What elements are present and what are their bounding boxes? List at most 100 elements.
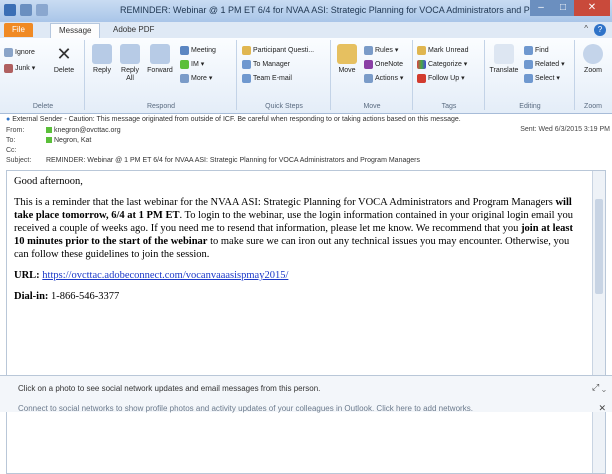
help-icon[interactable]: ? [594, 24, 606, 36]
delete-button[interactable]: ✕ Delete [48, 44, 80, 75]
cc-row: Cc: [6, 147, 17, 154]
group-label-quick-steps: Quick Steps [265, 103, 303, 110]
group-editing: Translate Find Related ▾ Select ▾ Editin… [486, 40, 575, 110]
move-button[interactable]: Move [334, 44, 360, 75]
tab-message[interactable]: Message [50, 23, 101, 38]
window-title: REMINDER: Webinar @ 1 PM ET 6/4 for NVAA… [120, 5, 550, 15]
actions-icon [364, 73, 373, 83]
group-respond: Reply Reply All Forward Meeting IM ▾ Mor… [86, 40, 237, 110]
related-icon [524, 59, 533, 69]
more-button[interactable]: More ▾ [180, 72, 212, 84]
reply-all-button[interactable]: Reply All [116, 44, 144, 83]
maximize-button[interactable]: □ [552, 0, 574, 16]
categorize-button[interactable]: Categorize ▾ [417, 58, 467, 70]
group-label-editing: Editing [519, 103, 541, 110]
participant-questions-icon [242, 45, 251, 55]
team-email-icon [242, 73, 251, 83]
group-move: Move Rules ▾ OneNote Actions ▾ Move [332, 40, 413, 110]
group-label-zoom: Zoom [584, 103, 602, 110]
group-label-respond: Respond [146, 103, 176, 110]
more-icon [180, 73, 189, 83]
group-label-tags: Tags [441, 103, 457, 110]
minimize-button[interactable]: – [530, 0, 552, 16]
group-label-move: Move [363, 103, 381, 110]
categorize-icon [417, 59, 426, 69]
info-icon: ● [6, 116, 11, 123]
junk-icon [4, 63, 13, 73]
reply-icon [92, 44, 112, 64]
related-button[interactable]: Related ▾ [524, 58, 565, 70]
group-delete: Ignore Junk ▾ ✕ Delete Delete [2, 40, 85, 110]
mark-unread-button[interactable]: Mark Unread [417, 44, 468, 56]
tab-file[interactable]: File [4, 23, 33, 37]
collapse-ribbon-icon[interactable]: ^ [584, 24, 588, 33]
body-text: Good afternoon, This is a reminder that … [14, 175, 579, 311]
message-headers: From: knegron@ovcttac.org Sent: Wed 6/3/2… [0, 126, 612, 168]
zoom-button[interactable]: Zoom [578, 44, 608, 75]
group-zoom: Zoom Zoom [576, 40, 610, 110]
quick-access-toolbar [4, 4, 48, 16]
scroll-thumb[interactable] [595, 199, 603, 294]
close-button[interactable]: ✕ [574, 0, 610, 16]
title-bar: REMINDER: Webinar @ 1 PM ET 6/4 for NVAA… [0, 0, 612, 23]
greeting: Good afternoon, [14, 176, 83, 187]
onenote-icon [364, 59, 373, 69]
dial-line: Dial-in: 1-866-546-3377 [14, 291, 120, 302]
save-icon[interactable] [4, 4, 16, 16]
window-controls: – □ ✕ [530, 0, 610, 16]
ignore-button[interactable]: Ignore [4, 46, 35, 58]
flag-icon [417, 73, 426, 83]
from-row: From: knegron@ovcttac.org [6, 127, 121, 134]
ribbon: Ignore Junk ▾ ✕ Delete Delete Reply Reply… [0, 38, 612, 114]
select-button[interactable]: Select ▾ [524, 72, 560, 84]
ignore-icon [4, 47, 13, 57]
close-icon[interactable]: ✕ [598, 403, 606, 414]
message-body[interactable]: Good afternoon, This is a reminder that … [6, 170, 606, 474]
quickstep-participant-questions[interactable]: Participant Questi... [242, 44, 314, 56]
undo-icon[interactable] [20, 4, 32, 16]
to-recipient[interactable]: Negron, Kat [54, 137, 91, 144]
quickstep-to-manager[interactable]: To Manager [242, 58, 290, 70]
forward-button[interactable]: Forward [144, 44, 176, 75]
tab-adobe-pdf[interactable]: Adobe PDF [105, 23, 162, 37]
magnifier-icon [583, 44, 603, 64]
im-button[interactable]: IM ▾ [180, 58, 204, 70]
translate-icon [494, 44, 514, 64]
onenote-button[interactable]: OneNote [364, 58, 403, 70]
social-connect-text[interactable]: Connect to social networks to show profi… [18, 404, 473, 413]
reply-button[interactable]: Reply [88, 44, 116, 75]
ribbon-tabs: File Message Adobe PDF ^ ? [0, 22, 612, 38]
group-quick-steps: Participant Questi... To Manager Team E-… [238, 40, 331, 110]
translate-button[interactable]: Translate [488, 44, 520, 75]
quickstep-team-email[interactable]: Team E-mail [242, 72, 292, 84]
follow-up-button[interactable]: Follow Up ▾ [417, 72, 465, 84]
presence-icon [46, 127, 52, 134]
to-row: To: Negron, Kat [6, 137, 92, 144]
meeting-icon [180, 45, 189, 55]
rules-icon [364, 45, 373, 55]
redo-icon[interactable] [36, 4, 48, 16]
group-label-delete: Delete [32, 103, 54, 110]
people-pane: Click on a photo to see social network u… [0, 375, 612, 414]
subject: REMINDER: Webinar @ 1 PM ET 6/4 for NVAA… [46, 157, 420, 164]
actions-button[interactable]: Actions ▾ [364, 72, 403, 84]
mark-unread-icon [417, 45, 426, 55]
body-scrollbar[interactable] [592, 171, 605, 473]
subject-row: Subject: REMINDER: Webinar @ 1 PM ET 6/4 … [6, 157, 420, 164]
info-bar: ● External Sender - Caution: This messag… [6, 116, 461, 123]
delete-icon: ✕ [56, 44, 72, 64]
from-address[interactable]: knegron@ovcttac.org [54, 127, 121, 134]
forward-icon [150, 44, 170, 64]
webinar-link[interactable]: https://ovcttac.adobeconnect.com/vocanva… [42, 270, 288, 281]
url-line: URL: https://ovcttac.adobeconnect.com/vo… [14, 270, 289, 281]
meeting-button[interactable]: Meeting [180, 44, 216, 56]
select-icon [524, 73, 533, 83]
reply-all-icon [120, 44, 140, 64]
paragraph: This is a reminder that the last webinar… [14, 197, 573, 260]
find-button[interactable]: Find [524, 44, 549, 56]
sent-info: Sent: Wed 6/3/2015 3:19 PM [520, 126, 610, 133]
people-pane-hint: Click on a photo to see social network u… [18, 384, 321, 393]
expand-people-pane-icon[interactable]: ⤢ ⌄ [592, 382, 606, 393]
rules-button[interactable]: Rules ▾ [364, 44, 398, 56]
junk-button[interactable]: Junk ▾ [4, 62, 35, 74]
